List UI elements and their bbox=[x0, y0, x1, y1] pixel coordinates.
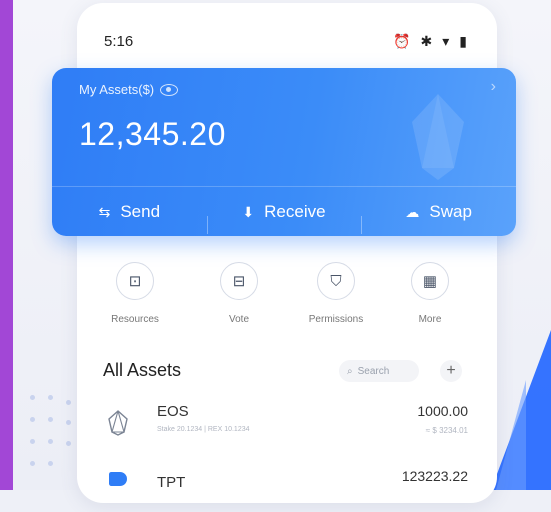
shortcut-permissions[interactable]: ⛉ Permissions bbox=[301, 262, 371, 325]
assets-label-row: My Assets($) bbox=[79, 82, 179, 97]
swap-icon: ☁ bbox=[405, 203, 420, 220]
receive-icon: ⬇ bbox=[242, 203, 255, 220]
send-button[interactable]: ⇆ Send bbox=[52, 202, 207, 222]
chevron-right-icon[interactable]: › bbox=[491, 78, 496, 96]
asset-amount: 123223.22 bbox=[401, 468, 468, 484]
search-placeholder: Search bbox=[357, 365, 390, 377]
shortcut-vote[interactable]: ⊟ Vote bbox=[204, 262, 274, 325]
assets-label: My Assets($) bbox=[79, 82, 155, 97]
asset-name: EOS bbox=[157, 403, 189, 420]
receive-label: Receive bbox=[264, 202, 326, 221]
add-asset-button[interactable]: + bbox=[440, 360, 462, 382]
decorative-wedge-light bbox=[496, 380, 526, 490]
shortcut-resources[interactable]: ⊡ Resources bbox=[100, 262, 170, 325]
shortcut-row: ⊡ Resources ⊟ Vote ⛉ Permissions ▦ More bbox=[100, 262, 480, 332]
shield-icon: ⛉ bbox=[317, 262, 355, 300]
asset-stake-info: Stake 20.1234 | REX 10.1234 bbox=[157, 426, 250, 433]
status-icons: ⏰ ✱ ▾ ▮ bbox=[393, 33, 467, 50]
shortcut-label: Resources bbox=[111, 314, 159, 325]
battery-icon: ▮ bbox=[459, 33, 467, 49]
status-time: 5:16 bbox=[104, 33, 134, 50]
swap-label: Swap bbox=[429, 202, 472, 221]
receive-button[interactable]: ⬇ Receive bbox=[206, 202, 362, 234]
shortcut-more[interactable]: ▦ More bbox=[395, 262, 465, 325]
eos-logo-watermark bbox=[412, 94, 464, 180]
swap-button[interactable]: ☁ Swap bbox=[361, 202, 516, 234]
asset-row-eos[interactable]: EOS Stake 20.1234 | REX 10.1234 1000.00 … bbox=[103, 400, 468, 446]
asset-fiat-value: ≈ $ 3234.01 bbox=[425, 426, 468, 435]
tpt-icon bbox=[109, 472, 127, 486]
shortcut-label: More bbox=[418, 314, 442, 325]
asset-row-tpt[interactable]: TPT 123223.22 bbox=[103, 466, 468, 512]
alarm-icon: ⏰ bbox=[393, 33, 411, 49]
all-assets-header: All Assets ⌕ Search + bbox=[103, 360, 468, 384]
asset-amount: 1000.00 bbox=[417, 403, 468, 419]
status-bar: 5:16 ⏰ ✱ ▾ ▮ bbox=[104, 33, 467, 53]
assets-value: 12,345.20 bbox=[79, 116, 226, 152]
shortcut-label: Permissions bbox=[308, 314, 364, 325]
assets-card[interactable]: My Assets($) 12,345.20 › ⇆ Send ⬇ Receiv… bbox=[52, 68, 516, 236]
eos-icon bbox=[108, 410, 128, 436]
search-icon: ⌕ bbox=[347, 365, 353, 377]
ballot-box-icon: ⊟ bbox=[220, 262, 258, 300]
bluetooth-icon: ✱ bbox=[420, 33, 433, 49]
eye-icon[interactable] bbox=[160, 83, 179, 96]
send-label: Send bbox=[120, 202, 161, 221]
asset-name: TPT bbox=[157, 474, 186, 491]
asset-search-input[interactable]: ⌕ Search bbox=[339, 360, 419, 382]
decorative-dots bbox=[30, 395, 80, 485]
wifi-icon: ▾ bbox=[442, 33, 450, 49]
all-assets-title: All Assets bbox=[103, 360, 182, 380]
chip-icon: ⊡ bbox=[116, 262, 154, 300]
shortcut-label: Vote bbox=[228, 314, 250, 325]
card-actions: ⇆ Send ⬇ Receive ☁ Swap bbox=[52, 186, 516, 236]
send-icon: ⇆ bbox=[98, 203, 111, 220]
left-edge-stripe bbox=[0, 0, 13, 490]
grid-icon: ▦ bbox=[411, 262, 449, 300]
